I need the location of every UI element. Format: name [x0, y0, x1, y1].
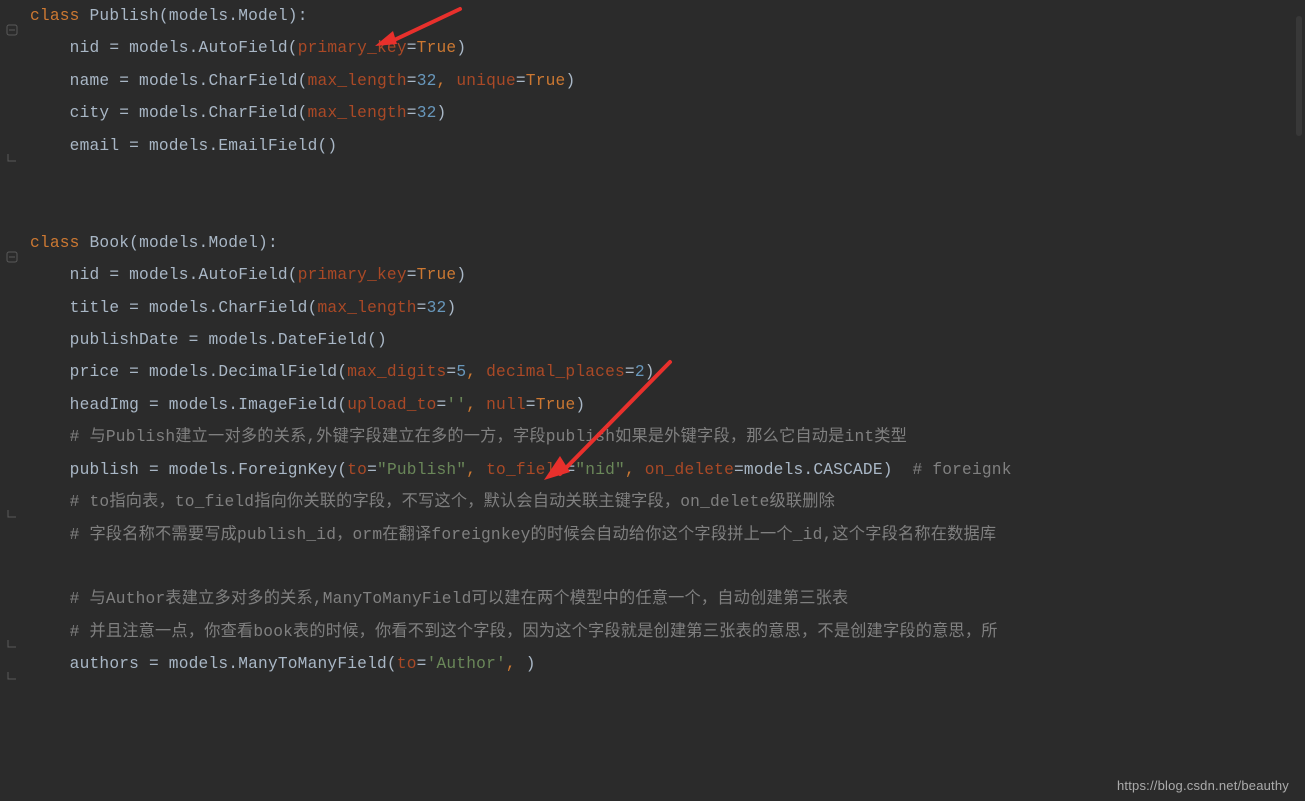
- fold-minus-icon[interactable]: [6, 24, 18, 36]
- fold-end-icon[interactable]: [6, 154, 18, 166]
- fold-end-icon[interactable]: [6, 672, 18, 684]
- fold-end-icon[interactable]: [6, 640, 18, 652]
- scrollbar-stub[interactable]: [1296, 16, 1302, 136]
- code-area[interactable]: class Publish(models.Model): nid = model…: [0, 0, 1305, 681]
- fold-end-icon[interactable]: [6, 510, 18, 522]
- code-editor[interactable]: class Publish(models.Model): nid = model…: [0, 0, 1305, 801]
- watermark: https://blog.csdn.net/beauthy: [1117, 778, 1289, 793]
- gutter: [0, 0, 22, 801]
- fold-minus-icon[interactable]: [6, 251, 18, 263]
